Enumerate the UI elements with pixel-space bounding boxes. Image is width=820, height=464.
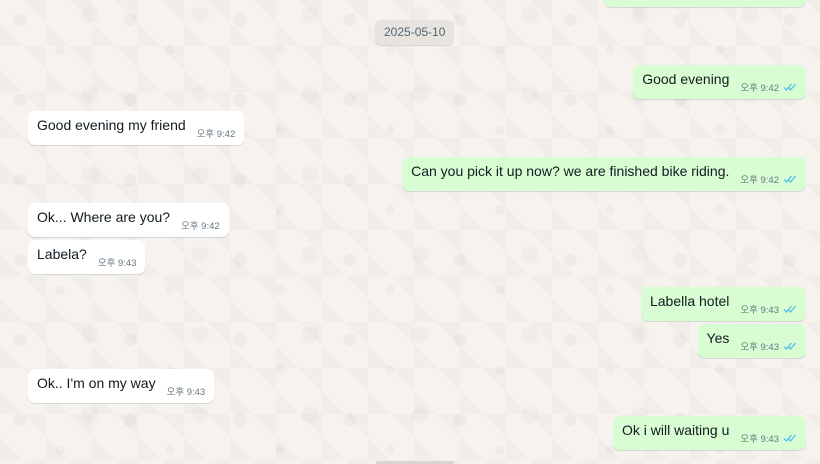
message-time: 오후 9:43 <box>740 434 779 445</box>
message-time: 오후 9:42 <box>196 129 236 140</box>
message-time: 오후 9:43 <box>740 305 779 316</box>
message-text: Good evening my friend <box>37 117 186 133</box>
double-check-icon <box>783 304 797 314</box>
message-text: Can you pick it up now? we are finished … <box>411 163 730 179</box>
message-text: Labella hotel <box>649 293 730 309</box>
double-check-icon <box>783 341 797 351</box>
double-check-icon <box>783 174 797 184</box>
message-time: 오후 9:43 <box>97 258 137 269</box>
outgoing-message[interactable]: Labella hotel 오후 9:43 <box>640 287 806 321</box>
incoming-message[interactable]: Good evening my friend 오후 9:42 <box>28 111 245 145</box>
outgoing-message[interactable]: Good evening 오후 9:42 <box>633 65 806 99</box>
chat-message-area[interactable]: 2025-05-10 Good evening 오후 9:42 Good eve… <box>0 0 820 464</box>
message-time: 오후 9:43 <box>740 342 779 353</box>
incoming-message[interactable]: Labela? 오후 9:43 <box>28 240 146 274</box>
message-text: Labela? <box>37 246 87 262</box>
message-text: Yes <box>706 330 730 346</box>
message-time: 오후 9:42 <box>740 83 779 94</box>
double-check-icon <box>783 82 797 92</box>
message-text: Ok i will waiting u <box>622 422 730 438</box>
outgoing-message[interactable]: Ok i will waiting u 오후 9:43 <box>613 416 806 450</box>
date-separator: 2025-05-10 <box>375 20 455 45</box>
message-time: 오후 9:42 <box>181 221 220 232</box>
outgoing-message[interactable]: Yes 오후 9:43 <box>697 324 806 358</box>
partial-message-bubble <box>604 0 806 7</box>
double-check-icon <box>783 433 797 443</box>
message-text: Good evening <box>642 71 730 87</box>
message-time: 오후 9:43 <box>166 387 206 398</box>
outgoing-message[interactable]: Can you pick it up now? we are finished … <box>402 157 806 191</box>
message-time: 오후 9:42 <box>740 175 779 186</box>
incoming-message[interactable]: Ok.. I'm on my way 오후 9:43 <box>28 369 215 403</box>
incoming-message[interactable]: Ok... Where are you? 오후 9:42 <box>28 203 229 237</box>
message-text: Ok... Where are you? <box>37 209 171 225</box>
message-text: Ok.. I'm on my way <box>37 375 156 391</box>
